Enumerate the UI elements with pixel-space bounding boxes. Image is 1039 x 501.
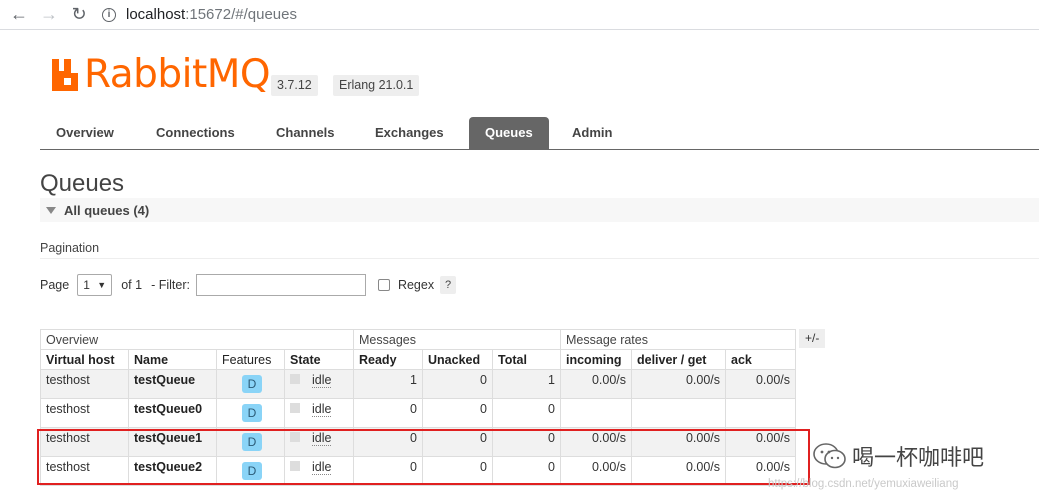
cell-ack: 0.00/s	[725, 369, 796, 399]
page-select[interactable]: 1 ▼	[77, 274, 113, 296]
watermark-text: 喝一杯咖啡吧	[852, 445, 985, 470]
rabbit-logo-icon	[52, 59, 78, 91]
group-messages: Messages	[353, 329, 561, 350]
col-name[interactable]: Name	[128, 349, 217, 370]
queue-name-link[interactable]: testQueue	[128, 369, 217, 399]
cell-unacked: 0	[422, 398, 493, 428]
url-host: localhost	[126, 6, 186, 23]
watermark-url: https://blog.csdn.net/yemuxiaweiliang	[768, 478, 959, 490]
regex-label: Regex	[397, 278, 435, 292]
erlang-version-badge: Erlang 21.0.1	[333, 75, 420, 96]
version-badge: 3.7.12	[271, 75, 318, 96]
state-indicator-icon	[290, 403, 300, 414]
col-total[interactable]: Total	[492, 349, 561, 370]
table-row: testhost testQueue D idle 1 0 1 0.00/s 0…	[40, 369, 796, 399]
page-label: Page	[40, 278, 70, 292]
all-queues-toggle[interactable]: All queues (4)	[40, 198, 1039, 222]
filter-input[interactable]	[195, 274, 366, 296]
col-state[interactable]: State	[284, 349, 354, 370]
queue-name-link[interactable]: testQueue0	[128, 398, 217, 428]
browser-toolbar: ← → ↻ i localhost:15672/#/queues	[0, 0, 1039, 30]
cell-unacked: 0	[422, 369, 493, 399]
cell-features: D	[216, 369, 285, 399]
col-virtual-host[interactable]: Virtual host	[40, 349, 129, 370]
highlight-annotation-box	[37, 429, 810, 485]
page-select-value: 1	[83, 278, 90, 292]
help-button[interactable]: ?	[440, 276, 457, 294]
cell-total: 0	[492, 398, 561, 428]
back-arrow-icon[interactable]: ←	[8, 4, 30, 26]
url-text: localhost:15672/#/queues	[126, 6, 297, 23]
col-ready[interactable]: Ready	[353, 349, 423, 370]
durable-badge: D	[242, 404, 262, 422]
durable-badge: D	[242, 375, 262, 393]
tab-connections[interactable]: Connections	[140, 117, 251, 149]
group-message-rates: Message rates	[560, 329, 796, 350]
cell-vhost: testhost	[40, 369, 129, 399]
page-title: Queues	[40, 170, 125, 197]
cell-state: idle	[284, 369, 354, 399]
forward-arrow-icon[interactable]: →	[38, 4, 60, 26]
state-indicator-icon	[290, 374, 300, 385]
logo-text: RabbitMQ	[84, 52, 271, 97]
filter-label: - Filter:	[151, 278, 190, 292]
tab-admin[interactable]: Admin	[556, 117, 628, 149]
divider	[40, 258, 1039, 259]
cell-ready: 1	[353, 369, 423, 399]
table-row: testhost testQueue0 D idle 0 0 0	[40, 398, 796, 428]
cell-total: 1	[492, 369, 561, 399]
collapse-triangle-icon	[46, 206, 56, 214]
cell-features: D	[216, 398, 285, 428]
group-overview: Overview	[40, 329, 354, 350]
pagination-heading: Pagination	[40, 241, 100, 255]
col-deliver-get[interactable]: deliver / get	[631, 349, 726, 370]
column-toggle-button[interactable]: +/-	[799, 329, 826, 348]
state-text: idle	[312, 373, 332, 388]
cell-deliver-get: 0.00/s	[631, 369, 726, 399]
tab-channels[interactable]: Channels	[260, 117, 351, 149]
dropdown-arrow-icon: ▼	[97, 280, 107, 290]
tab-overview[interactable]: Overview	[40, 117, 130, 149]
cell-incoming: 0.00/s	[560, 369, 632, 399]
info-icon[interactable]: i	[102, 7, 116, 22]
cell-deliver-get	[631, 398, 726, 428]
cell-vhost: testhost	[40, 398, 129, 428]
section-title: All queues (4)	[64, 202, 150, 218]
tab-queues[interactable]: Queues	[469, 117, 549, 149]
watermark: 喝一杯咖啡吧	[812, 440, 984, 472]
rabbitmq-logo: RabbitMQ TM	[52, 55, 281, 95]
cell-incoming	[560, 398, 632, 428]
regex-checkbox[interactable]	[377, 279, 390, 291]
col-incoming[interactable]: incoming	[560, 349, 632, 370]
cell-state: idle	[284, 398, 354, 428]
pagination-controls: Page 1 ▼ of 1 - Filter: Regex ?	[40, 272, 457, 298]
cell-ready: 0	[353, 398, 423, 428]
tab-exchanges[interactable]: Exchanges	[359, 117, 460, 149]
reload-icon[interactable]: ↻	[68, 4, 90, 26]
cell-ack	[725, 398, 796, 428]
col-features: Features	[216, 349, 285, 370]
state-text: idle	[312, 402, 332, 417]
col-ack[interactable]: ack	[725, 349, 796, 370]
col-unacked[interactable]: Unacked	[422, 349, 493, 370]
address-bar[interactable]: i localhost:15672/#/queues	[102, 2, 297, 28]
wechat-icon	[813, 443, 846, 469]
page-count-label: of 1	[121, 278, 143, 292]
main-nav-tabs: Overview Connections Channels Exchanges …	[40, 117, 1039, 150]
url-path: :15672/#/queues	[185, 6, 297, 23]
